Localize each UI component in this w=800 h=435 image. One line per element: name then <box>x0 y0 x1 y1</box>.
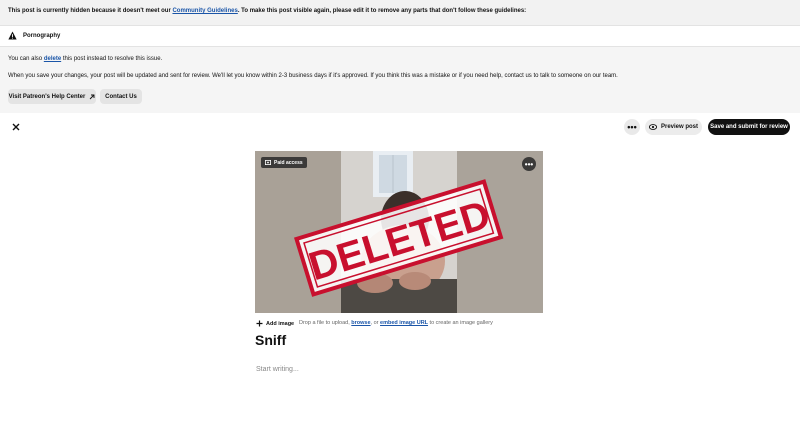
help-center-button[interactable]: Visit Patreon's Help Center <box>8 89 96 104</box>
close-icon[interactable] <box>12 123 20 131</box>
save-submit-label: Save and submit for review <box>710 124 788 130</box>
line1-pre: You can also <box>8 56 44 62</box>
deleted-stamp: DELETED <box>294 179 504 297</box>
add-image-button[interactable]: Add image <box>256 318 294 329</box>
browse-link[interactable]: browse <box>351 320 370 326</box>
community-guidelines-link[interactable]: Community Guidelines <box>172 8 237 14</box>
upload-hint: Drop a file to upload, browse, or embed … <box>299 320 493 326</box>
guidelines-banner: This post is currently hidden because it… <box>0 0 800 26</box>
banner-text-post: . To make this post visible again, pleas… <box>237 8 527 14</box>
contact-us-button[interactable]: Contact Us <box>100 89 142 104</box>
post-image[interactable]: DELETED Paid access ••• <box>255 151 543 313</box>
warning-icon <box>8 31 17 40</box>
eye-icon <box>648 124 657 130</box>
info-panel: You can also delete this post instead to… <box>0 47 800 113</box>
help-center-label: Visit Patreon's Help Center <box>8 93 86 100</box>
save-submit-button[interactable]: Save and submit for review <box>708 119 790 135</box>
image-more-label: ••• <box>524 159 534 169</box>
violation-row: Pornography <box>0 26 800 47</box>
line1-post: this post instead to resolve this issue. <box>61 56 163 62</box>
add-image-label: Add image <box>266 320 295 327</box>
hint-pre: Drop a file to upload, <box>299 320 352 326</box>
paid-access-icon <box>265 160 271 165</box>
post-title[interactable]: Sniff <box>255 332 286 348</box>
banner-text-pre: This post is currently hidden because it… <box>8 8 173 14</box>
paid-access-badge[interactable]: Paid access <box>261 157 307 168</box>
preview-post-label: Preview post <box>660 124 698 130</box>
delete-link[interactable]: delete <box>44 56 61 62</box>
violation-label: Pornography <box>23 33 61 39</box>
post-body-editor[interactable]: Start writing... <box>256 366 299 373</box>
image-more-button[interactable]: ••• <box>522 157 536 171</box>
delete-instructions: You can also delete this post instead to… <box>8 56 162 62</box>
hint-post: to create an image gallery <box>428 320 493 326</box>
banner-text: This post is currently hidden because it… <box>8 8 526 14</box>
review-notice: When you save your changes, your post wi… <box>8 73 618 79</box>
embed-url-link[interactable]: embed image URL <box>380 320 428 326</box>
preview-post-button[interactable]: Preview post <box>645 119 702 135</box>
external-link-icon <box>90 94 95 99</box>
image-toolbar: Add image Drop a file to upload, browse,… <box>256 318 556 329</box>
more-options-button[interactable]: ••• <box>624 119 640 135</box>
more-options-label: ••• <box>627 121 637 132</box>
contact-us-label: Contact Us <box>105 93 137 100</box>
hint-mid: , or <box>370 320 381 326</box>
plus-icon <box>256 320 263 327</box>
paid-access-label: Paid access <box>274 159 303 166</box>
